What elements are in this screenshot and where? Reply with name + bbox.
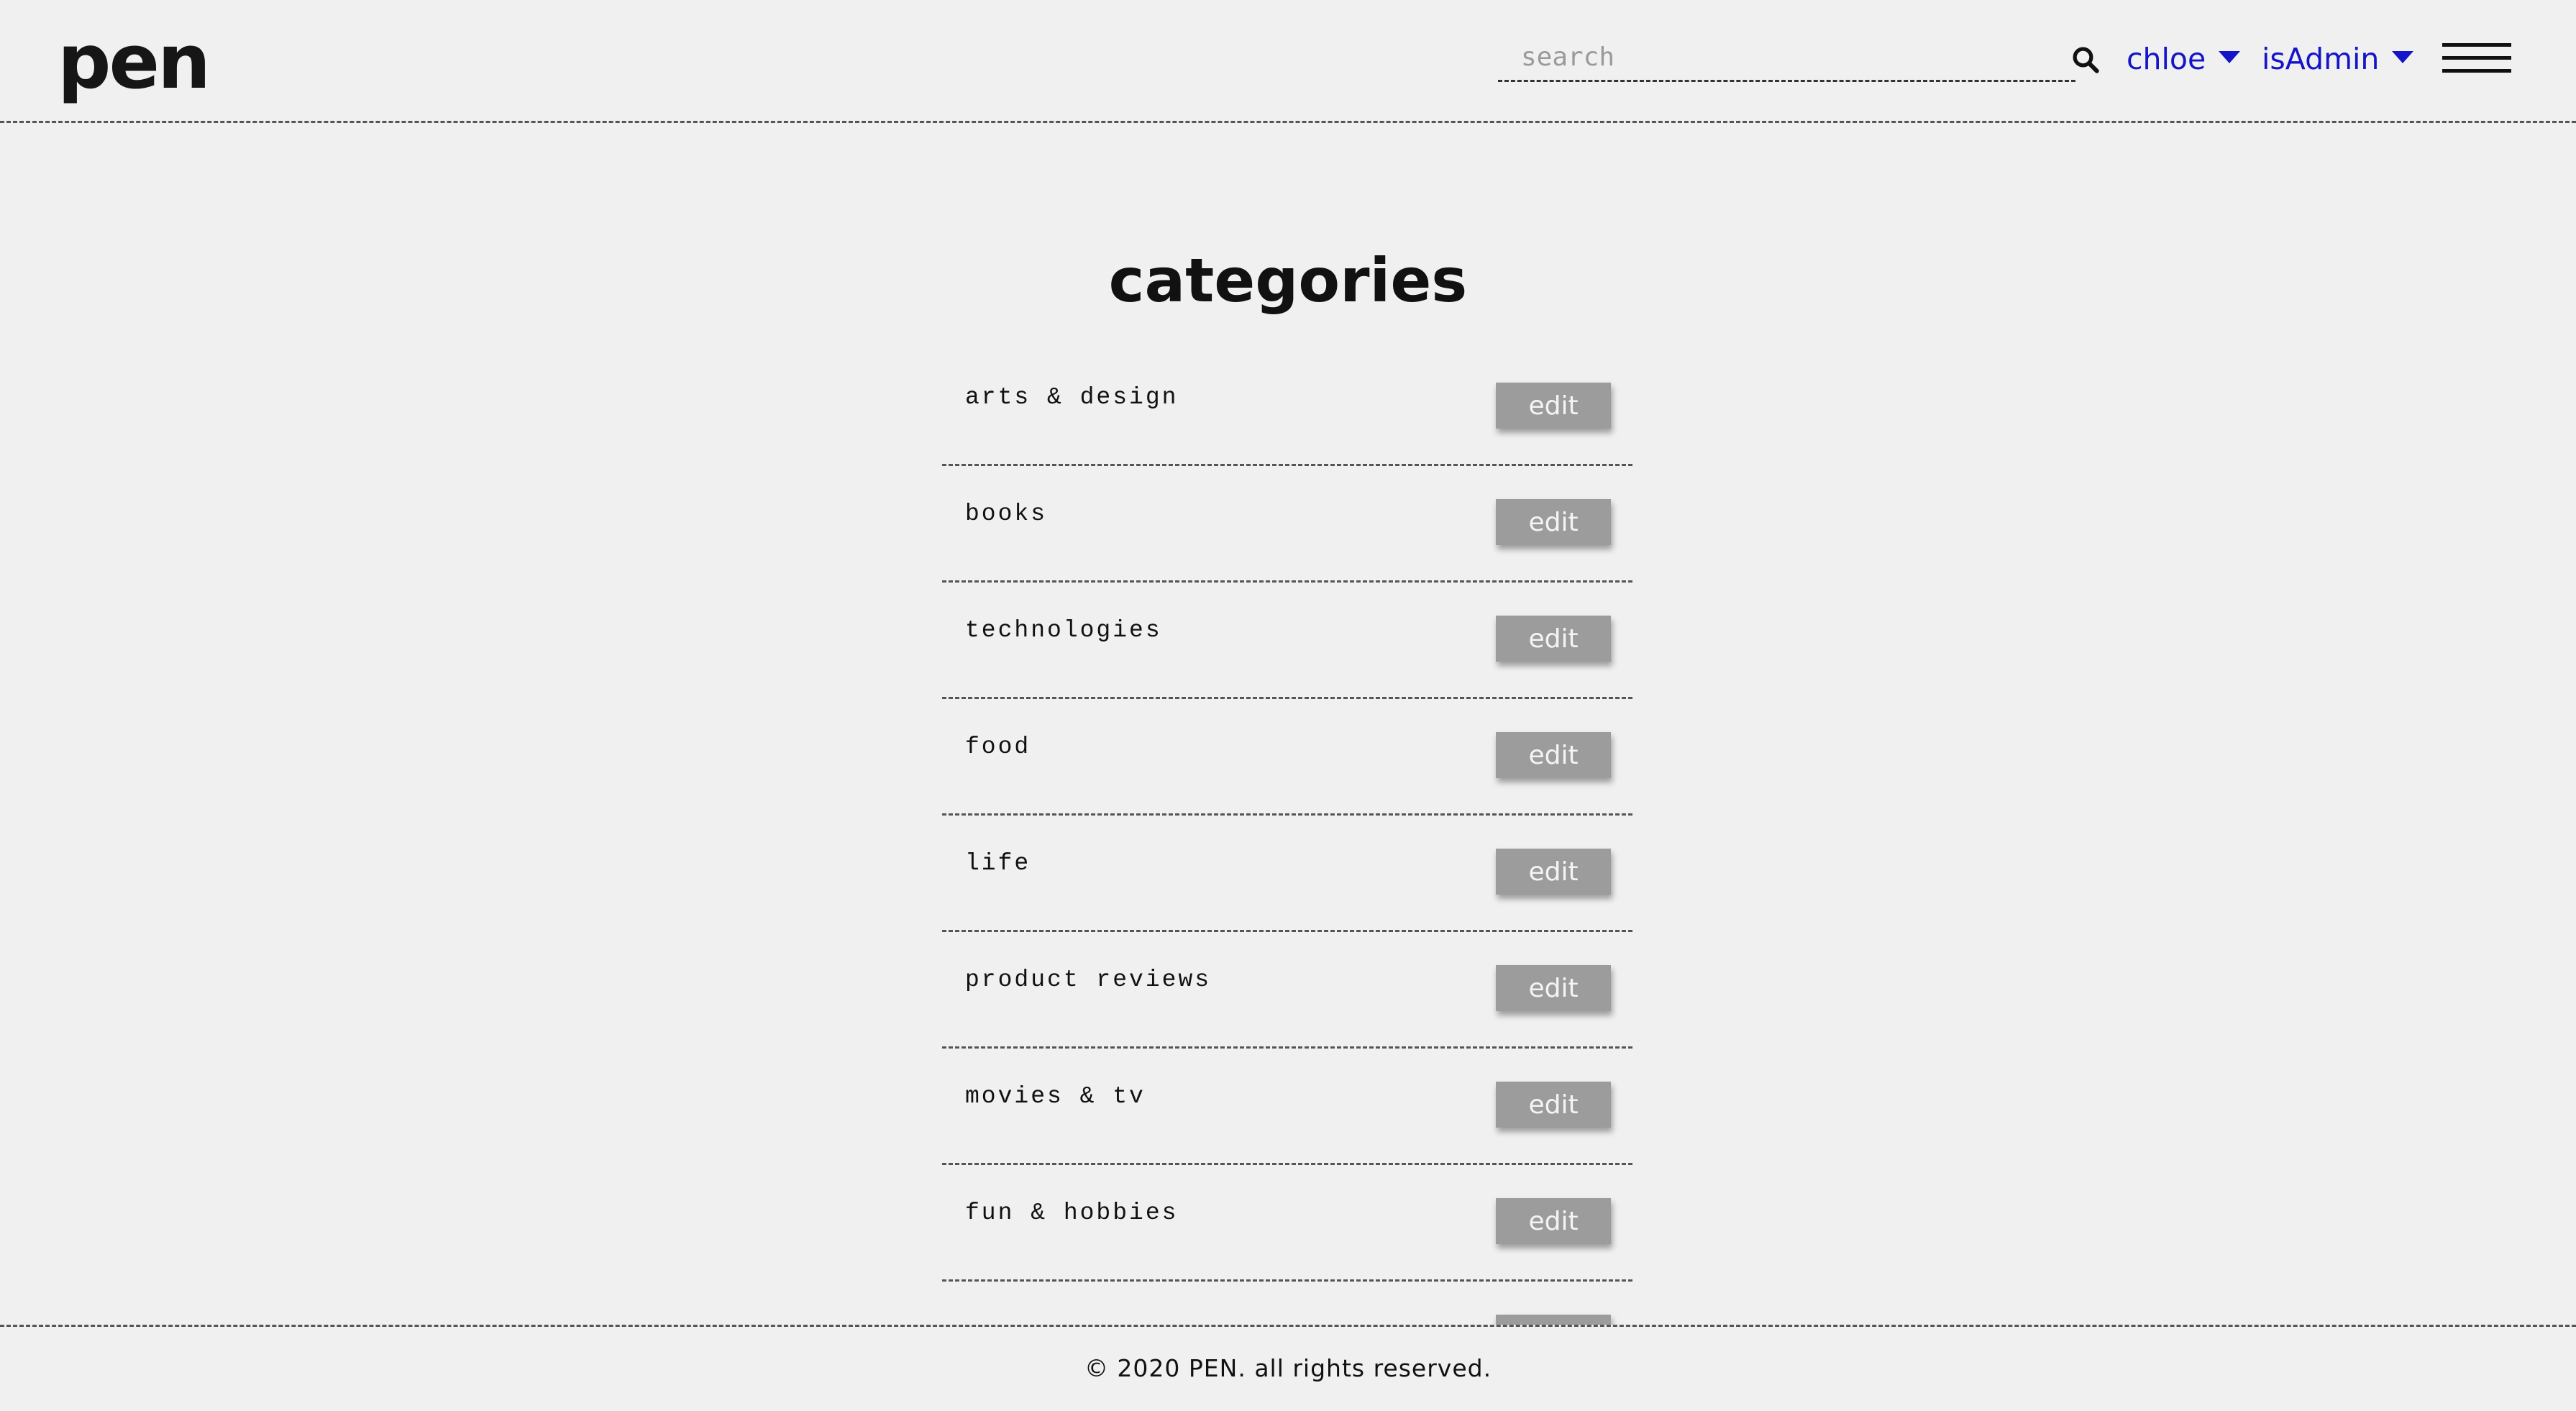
edit-button[interactable]: edit (1496, 616, 1611, 662)
category-row: technologies edit (942, 583, 1632, 699)
logo[interactable]: pen (58, 19, 211, 105)
search-icon[interactable] (2070, 45, 2101, 75)
hamburger-menu-icon[interactable] (2442, 43, 2511, 75)
category-name: books (965, 501, 1048, 527)
admin-menu-label: isAdmin (2262, 42, 2380, 76)
caret-down-icon (2219, 50, 2241, 63)
category-name: food (965, 734, 1031, 760)
top-navbar: pen chloe isAdmin (0, 0, 2576, 123)
category-list: arts & design edit books edit technologi… (942, 350, 1632, 1325)
category-row: life edit (942, 816, 1632, 932)
edit-button[interactable]: edit (1496, 1198, 1611, 1244)
user-menu-label: chloe (2127, 42, 2206, 76)
edit-button[interactable]: edit (1496, 849, 1611, 895)
category-row: product reviews edit (942, 932, 1632, 1049)
page-footer: © 2020 PEN. all rights reserved. (0, 1325, 2576, 1411)
category-name: fun & hobbies (965, 1200, 1179, 1226)
category-row: movies & tv edit (942, 1049, 1632, 1165)
copyright-text: © 2020 PEN. all rights reserved. (1084, 1354, 1492, 1382)
category-row: food edit (942, 699, 1632, 816)
category-name: arts & design (965, 384, 1179, 411)
category-row (942, 1282, 1632, 1325)
category-name: technologies (965, 617, 1162, 644)
category-row: arts & design edit (942, 350, 1632, 466)
category-name: life (965, 850, 1031, 877)
edit-button[interactable]: edit (1496, 732, 1611, 778)
user-menu-dropdown[interactable]: chloe (2127, 37, 2241, 81)
edit-button[interactable]: edit (1496, 1082, 1611, 1128)
caret-down-icon (2392, 50, 2414, 63)
edit-button[interactable]: edit (1496, 383, 1611, 429)
edit-button[interactable]: edit (1496, 965, 1611, 1011)
category-row: books edit (942, 466, 1632, 583)
admin-menu-dropdown[interactable]: isAdmin (2262, 37, 2414, 81)
page-title: categories (1108, 245, 1468, 316)
category-name: product reviews (965, 967, 1212, 993)
edit-button[interactable] (1496, 1315, 1611, 1325)
category-name: movies & tv (965, 1083, 1146, 1110)
search-field (1498, 35, 2075, 82)
category-row: fun & hobbies edit (942, 1165, 1632, 1282)
search-input[interactable] (1498, 35, 2075, 80)
edit-button[interactable]: edit (1496, 499, 1611, 545)
